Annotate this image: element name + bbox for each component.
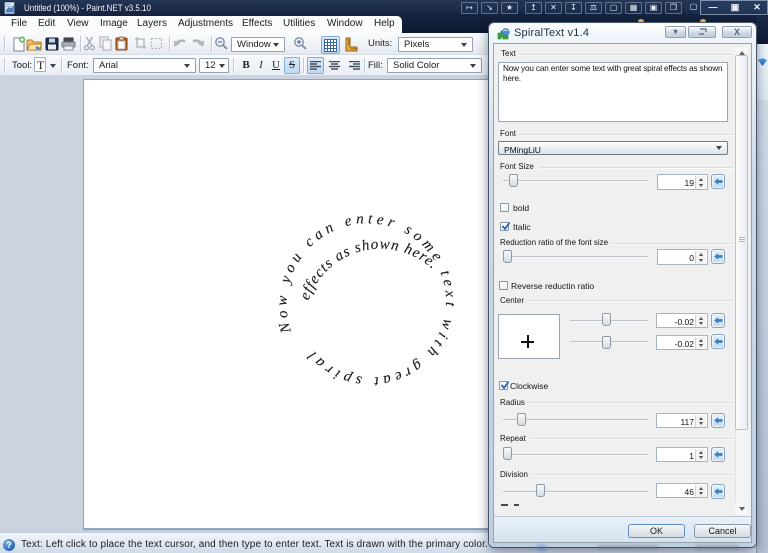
svg-text:effects as shown here.: effects as shown here. <box>297 236 441 302</box>
